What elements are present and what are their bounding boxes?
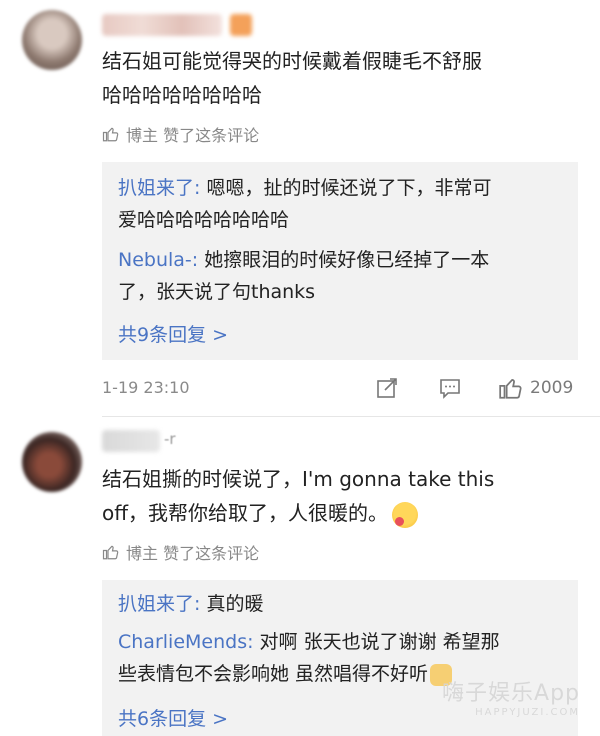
comment-divider: [102, 416, 600, 417]
replies-box[interactable]: 扒姐来了: 嗯嗯，扯的时候还说了下，非常可 爱哈哈哈哈哈哈哈哈 Nebula-:…: [102, 162, 578, 360]
comment-icon[interactable]: [438, 376, 462, 400]
meta-text: 博主 赞了这条评论: [126, 544, 260, 563]
avatar[interactable]: [22, 432, 82, 492]
reply-author[interactable]: 扒姐来了:: [118, 177, 200, 199]
more-replies-link[interactable]: 共9条回复 >: [118, 320, 228, 347]
comment-footer: 1-19 23:10 2009: [0, 370, 600, 410]
username-suffix[interactable]: -r: [164, 430, 176, 448]
reply-text: 真的暖: [200, 593, 264, 615]
avatar[interactable]: [22, 10, 82, 70]
reply-author[interactable]: 扒姐来了:: [118, 593, 200, 615]
comment-text: 结石姐撕的时候说了，I'm gonna take this off，我帮你给取了…: [102, 462, 572, 530]
reply-author[interactable]: Nebula-:: [118, 249, 198, 271]
author-liked-meta: 博主 赞了这条评论: [102, 540, 259, 564]
share-icon[interactable]: [375, 376, 399, 400]
reply-item[interactable]: Nebula-: 她擦眼泪的时候好像已经掉了一本 了，张天说了句thanks: [118, 244, 568, 308]
blush-emoji-icon: [392, 501, 419, 528]
thumb-up-icon: [102, 127, 119, 142]
comment-text: 结石姐可能觉得哭的时候戴着假睫毛不舒服 哈哈哈哈哈哈哈哈: [102, 49, 482, 107]
reply-text: 她擦眼泪的时候好像已经掉了一本: [198, 249, 490, 271]
reply-text: 对啊 张天也说了谢谢 希望那: [253, 631, 500, 653]
meta-text: 博主 赞了这条评论: [126, 126, 260, 145]
reply-item[interactable]: 扒姐来了: 真的暖: [118, 588, 568, 620]
reply-text-cont: 爱哈哈哈哈哈哈哈哈: [118, 209, 290, 231]
reply-author[interactable]: CharlieMends:: [118, 631, 254, 653]
reply-text: 嗯嗯，扯的时候还说了下，非常可: [200, 177, 492, 199]
username-blurred[interactable]: [102, 430, 160, 452]
thumb-up-icon: [102, 545, 119, 560]
author-liked-meta: 博主 赞了这条评论: [102, 122, 259, 146]
timestamp: 1-19 23:10: [102, 378, 190, 397]
like-count: 2009: [530, 378, 574, 398]
reply-text-cont: 些表情包不会影响她 虽然唱得不好听: [118, 663, 429, 685]
reply-text-cont: 了，张天说了句thanks: [118, 281, 316, 303]
watermark: 嗨子娱乐App HAPPYJUZI.COM: [442, 675, 580, 718]
watermark-url: HAPPYJUZI.COM: [475, 707, 580, 718]
watermark-title: 嗨子娱乐App: [442, 681, 580, 706]
more-replies-link[interactable]: 共6条回复 >: [118, 704, 228, 731]
username-blurred[interactable]: [102, 14, 222, 36]
reply-item[interactable]: 扒姐来了: 嗯嗯，扯的时候还说了下，非常可 爱哈哈哈哈哈哈哈哈: [118, 172, 568, 236]
like-icon[interactable]: [498, 375, 524, 401]
user-badge-blurred: [230, 14, 252, 36]
